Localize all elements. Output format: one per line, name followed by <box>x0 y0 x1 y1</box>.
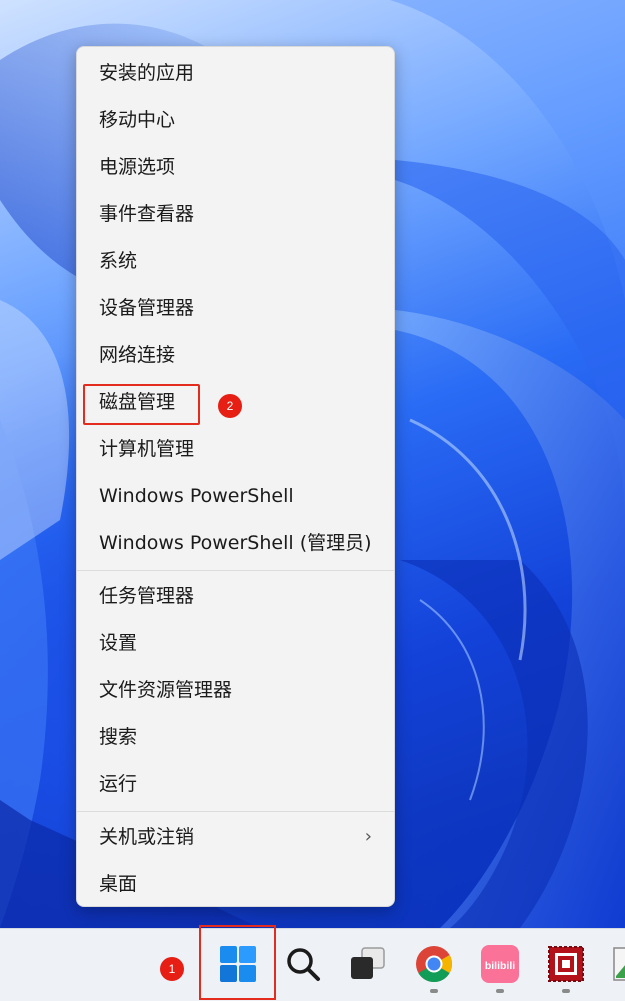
menu-item[interactable]: 安装的应用 <box>77 51 394 95</box>
menu-item[interactable]: 计算机管理 <box>77 427 394 471</box>
step-badge-1: 1 <box>160 957 184 981</box>
menu-item[interactable]: 桌面 <box>77 862 394 906</box>
bilibili-icon[interactable]: bilibili <box>480 944 520 984</box>
menu-item[interactable]: 设备管理器 <box>77 286 394 330</box>
menu-item-label: 运行 <box>99 773 138 795</box>
menu-item[interactable]: 设置 <box>77 621 394 665</box>
menu-item[interactable]: Windows PowerShell <box>77 474 394 518</box>
menu-item-label: 系统 <box>99 250 138 272</box>
menu-item[interactable]: 系统 <box>77 239 394 283</box>
menu-item-label: 计算机管理 <box>99 438 195 460</box>
menu-item[interactable]: 移动中心 <box>77 98 394 142</box>
red-app-running-indicator <box>562 989 570 993</box>
chevron-right-icon: › <box>364 826 372 847</box>
image-app-icon[interactable] <box>612 944 625 984</box>
menu-item-label: 文件资源管理器 <box>99 679 233 701</box>
search-icon[interactable] <box>283 944 323 984</box>
red-app-icon[interactable] <box>546 944 586 984</box>
menu-item[interactable]: 关机或注销 › <box>77 815 394 859</box>
menu-separator <box>77 570 394 571</box>
menu-item[interactable]: Windows PowerShell (管理员) <box>77 521 394 565</box>
menu-item-label: 事件查看器 <box>99 203 195 225</box>
menu-item-label: 搜索 <box>99 726 138 748</box>
menu-item-label: Windows PowerShell (管理员) <box>99 532 372 554</box>
menu-item-label: 移动中心 <box>99 109 176 131</box>
menu-item-label: 关机或注销 <box>99 826 195 848</box>
winx-context-menu: 安装的应用 移动中心 电源选项 事件查看器 系统 设备管理器 网络连接 磁盘管理 计算机管理 Wi… <box>76 46 395 907</box>
menu-item-label: 电源选项 <box>99 156 176 178</box>
menu-item[interactable]: 文件资源管理器 <box>77 668 394 712</box>
menu-item-label: 安装的应用 <box>99 62 195 84</box>
highlight-box-disk-management <box>83 384 200 425</box>
menu-item-label: 桌面 <box>99 873 138 895</box>
menu-item[interactable]: 搜索 <box>77 715 394 759</box>
task-view-icon[interactable] <box>348 944 388 984</box>
menu-item-label: 网络连接 <box>99 344 176 366</box>
menu-item[interactable]: 任务管理器 <box>77 574 394 618</box>
chrome-icon[interactable] <box>414 944 454 984</box>
menu-item[interactable]: 运行 <box>77 762 394 806</box>
menu-item-label: 设备管理器 <box>99 297 195 319</box>
menu-separator <box>77 811 394 812</box>
menu-item-label: Windows PowerShell <box>99 485 294 507</box>
menu-item-label: 设置 <box>99 632 138 654</box>
highlight-box-start <box>199 925 276 1000</box>
step-badge-2: 2 <box>218 394 242 418</box>
bilibili-icon-text: bilibili <box>485 960 515 972</box>
chrome-running-indicator <box>430 989 438 993</box>
menu-item[interactable]: 网络连接 <box>77 333 394 377</box>
menu-item[interactable]: 电源选项 <box>77 145 394 189</box>
menu-item-label: 任务管理器 <box>99 585 195 607</box>
bilibili-running-indicator <box>496 989 504 993</box>
menu-item[interactable]: 事件查看器 <box>77 192 394 236</box>
